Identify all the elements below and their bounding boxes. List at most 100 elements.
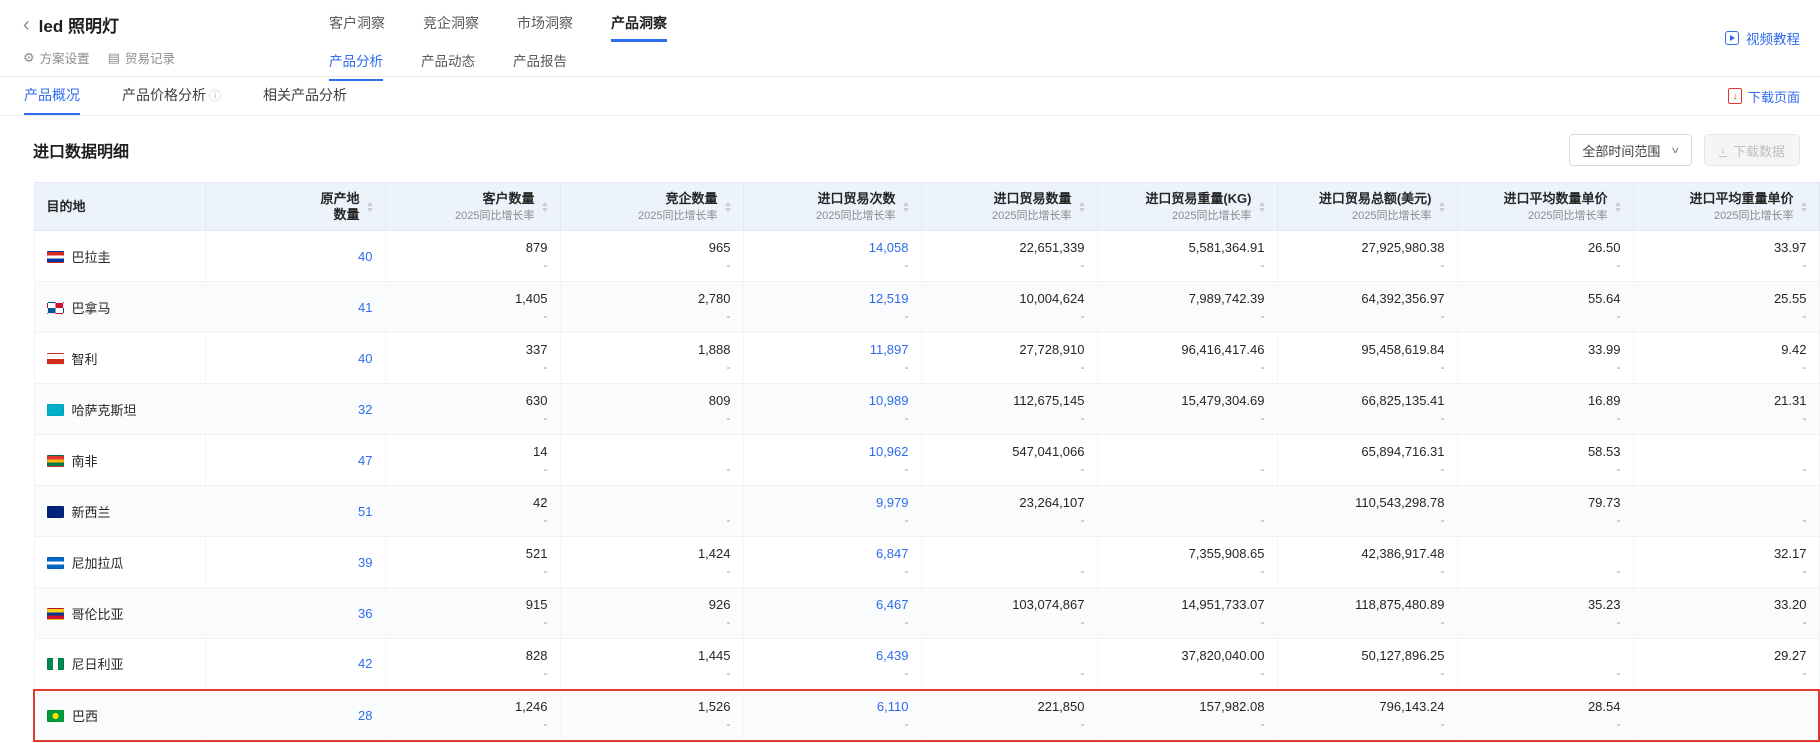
cell-growth: - [573, 359, 731, 375]
cell-growth: - [1290, 665, 1445, 681]
data-cell: 23,264,107- [921, 486, 1097, 537]
subtab-product-trends[interactable]: 产品动态 [421, 43, 475, 81]
download-data-button[interactable]: ↓ 下载数据 [1704, 134, 1800, 166]
cell-growth: - [1470, 512, 1621, 528]
country-flag-icon [47, 608, 64, 620]
origin-count-link[interactable]: 36 [358, 606, 372, 621]
origin-count-link[interactable]: 47 [358, 453, 372, 468]
column-header-origin-count[interactable]: 原产地数量 [205, 183, 385, 231]
destination-name: 尼日利亚 [72, 657, 124, 672]
origin-count-link[interactable]: 39 [358, 555, 372, 570]
column-header-import-trade-count[interactable]: 进口贸易次数2025同比增长率 [743, 183, 921, 231]
cell-growth: - [573, 716, 731, 732]
data-cell: - [1633, 435, 1819, 486]
back-icon[interactable]: ‹ [23, 16, 30, 34]
trade-count-link[interactable]: 10,989 [756, 392, 909, 409]
cell-growth: - [1110, 563, 1265, 579]
data-cell: 22,651,339- [921, 231, 1097, 282]
trade-count-link[interactable]: 6,847 [756, 545, 909, 562]
tab-competitor-insight[interactable]: 竞企洞察 [423, 0, 479, 42]
data-cell: - [560, 435, 743, 486]
download-icon: ↓ [1719, 144, 1727, 157]
cell-growth: - [756, 410, 909, 426]
data-cell: 926- [560, 588, 743, 639]
scheme-settings-link[interactable]: ⚙ 方案设置 [23, 48, 90, 67]
header-tabs: 客户洞察 竞企洞察 市场洞察产品洞察 产品分析 产品动态产品报告 [329, 0, 1820, 81]
column-subtitle: 2025同比增长率 [1145, 209, 1251, 223]
trade-count-link[interactable]: 6,467 [756, 596, 909, 613]
data-cell: 37,820,040.00- [1097, 639, 1277, 690]
trade-count-link[interactable]: 12,519 [756, 290, 909, 307]
tab-label: 产品分析 [329, 54, 383, 69]
trade-records-link[interactable]: ▤ 贸易记录 [108, 48, 175, 67]
trade-count-link[interactable]: 9,979 [756, 494, 909, 511]
tab-label: 竞企洞察 [423, 15, 479, 31]
sort-icon[interactable] [903, 202, 909, 212]
nav-tab-related-product-analysis[interactable]: 相关产品分析 [263, 77, 347, 115]
origin-count-link[interactable]: 40 [358, 249, 372, 264]
sort-icon[interactable] [1079, 202, 1085, 212]
cell-value: 809 [573, 392, 731, 409]
sort-icon[interactable] [542, 202, 548, 212]
sort-icon[interactable] [1801, 202, 1807, 212]
table-row: 尼日利亚42828-1,445-6,439--37,820,040.00-50,… [34, 639, 1819, 690]
cell-growth: - [1110, 512, 1265, 528]
sort-icon[interactable] [367, 202, 373, 212]
nav-tab-product-price-analysis[interactable]: 产品价格分析ⓘ [122, 77, 221, 115]
data-cell: 26.50- [1457, 231, 1633, 282]
tab-market-insight[interactable]: 市场洞察 [517, 0, 573, 42]
tab-product-insight[interactable]: 产品洞察 [611, 0, 667, 42]
column-header-import-avg-quantity-price[interactable]: 进口平均数量单价2025同比增长率 [1457, 183, 1633, 231]
data-cell: 66,825,135.41- [1277, 384, 1457, 435]
origin-count-link[interactable]: 51 [358, 504, 372, 519]
cell-value: 157,982.08 [1110, 698, 1265, 715]
subtab-product-analysis[interactable]: 产品分析 [329, 43, 383, 81]
origin-count-link[interactable]: 32 [358, 402, 372, 417]
data-cell: 6,467- [743, 588, 921, 639]
column-title: 进口贸易总额(美元) [1319, 191, 1432, 207]
cell-growth: - [398, 614, 548, 630]
column-header-import-avg-weight-price[interactable]: 进口平均重量单价2025同比增长率 [1633, 183, 1819, 231]
video-tutorial-link[interactable]: 视频教程 [1725, 28, 1800, 48]
origin-count-link[interactable]: 42 [358, 656, 372, 671]
trade-count-link[interactable]: 6,439 [756, 647, 909, 664]
cell-growth: - [573, 665, 731, 681]
sort-icon[interactable] [1615, 202, 1621, 212]
cell-growth: - [1110, 665, 1265, 681]
download-page-link[interactable]: ↓ 下载页面 [1728, 77, 1800, 115]
trade-count-link[interactable]: 6,110 [756, 698, 909, 715]
trade-count-link[interactable]: 11,897 [756, 341, 909, 358]
origin-count-link[interactable]: 41 [358, 300, 372, 315]
cell-value: 103,074,867 [934, 596, 1085, 613]
nav-tab-product-overview[interactable]: 产品概况 [24, 77, 80, 115]
trade-count-link[interactable]: 14,058 [756, 239, 909, 256]
sort-icon[interactable] [1439, 202, 1445, 212]
column-header-competitor-count[interactable]: 竞企数量2025同比增长率 [560, 183, 743, 231]
cell-value: 32.17 [1646, 545, 1807, 562]
column-header-customer-count[interactable]: 客户数量2025同比增长率 [385, 183, 560, 231]
cell-value: 1,445 [573, 647, 731, 664]
origin-count-link[interactable]: 40 [358, 351, 372, 366]
origin-count-link[interactable]: 28 [358, 708, 372, 723]
sort-icon[interactable] [725, 202, 731, 212]
column-header-import-trade-total-usd[interactable]: 进口贸易总额(美元)2025同比增长率 [1277, 183, 1457, 231]
tab-customer-insight[interactable]: 客户洞察 [329, 0, 385, 42]
sort-icon[interactable] [1259, 202, 1265, 212]
subtab-product-reports[interactable]: 产品报告 [513, 43, 567, 81]
column-header-import-trade-weight-kg[interactable]: 进口贸易重量(KG)2025同比增长率 [1097, 183, 1277, 231]
time-range-select[interactable]: 全部时间范围 ∨ [1569, 134, 1692, 166]
secondary-nav-tabs: 产品概况 产品价格分析ⓘ 相关产品分析 [24, 77, 347, 115]
data-cell: 32.17- [1633, 537, 1819, 588]
tab-label: 产品价格分析 [122, 85, 206, 105]
destination-name: 巴拉圭 [72, 250, 111, 265]
header: ‹ led 照明灯 ⚙ 方案设置 ▤ 贸易记录 客户洞察竞企洞察市场洞察产品洞察… [0, 0, 1820, 77]
cell-value: 16.89 [1470, 392, 1621, 409]
destination-cell: 巴拿马 [34, 282, 205, 333]
trade-count-link[interactable]: 10,962 [756, 443, 909, 460]
table-row: 南非4714--10,962-547,041,066--65,894,716.3… [34, 435, 1819, 486]
data-cell: 95,458,619.84- [1277, 333, 1457, 384]
column-header-import-trade-quantity[interactable]: 进口贸易数量2025同比增长率 [921, 183, 1097, 231]
cell-value [573, 494, 731, 511]
cell-value: 110,543,298.78 [1290, 494, 1445, 511]
destination-cell: 智利 [34, 333, 205, 384]
